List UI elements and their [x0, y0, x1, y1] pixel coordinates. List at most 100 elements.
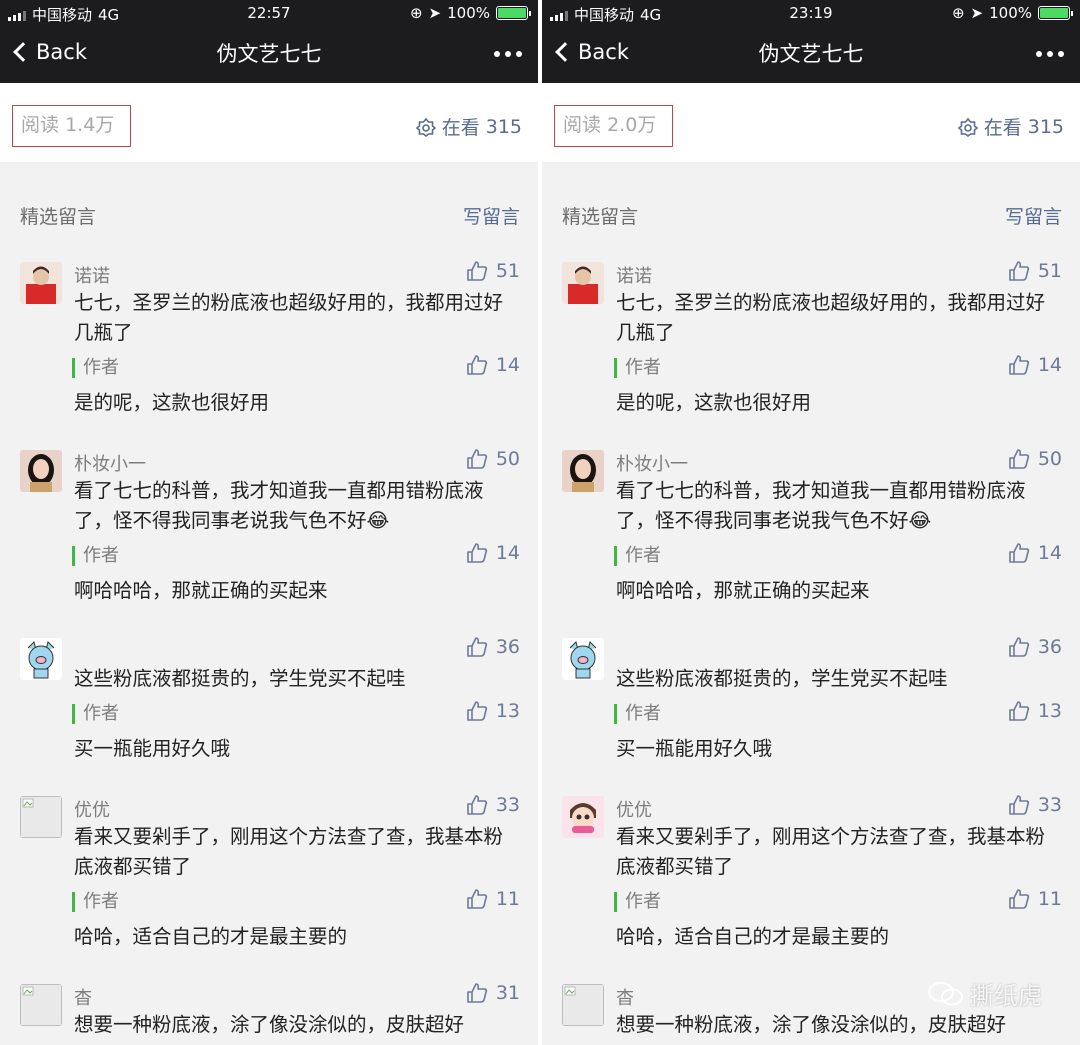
avatar[interactable] [562, 984, 604, 1026]
write-comment-button[interactable]: 写留言 [463, 202, 520, 229]
section-title: 精选留言 [562, 206, 639, 228]
avatar[interactable] [562, 796, 604, 838]
like-button[interactable]: 51 [1008, 260, 1062, 282]
thumbs-up-icon [467, 543, 487, 563]
avatar[interactable] [562, 450, 604, 492]
thumbs-up-icon [1009, 261, 1029, 281]
reply-like-button[interactable]: 13 [466, 700, 520, 722]
like-button[interactable]: 51 [466, 260, 520, 282]
location-icon: ➤ [970, 4, 984, 22]
thumbs-up-icon [467, 983, 487, 1003]
like-count: 36 [495, 636, 520, 658]
reply-like-count: 14 [1037, 542, 1062, 564]
comment-text: 看了七七的科普，我才知道我一直都用错粉底液了，怪不得我同事老说我气色不好😂 [616, 476, 1052, 536]
avatar[interactable] [20, 638, 62, 680]
more-menu-button[interactable] [1036, 51, 1064, 57]
comment-section-header: 精选留言 写留言 [562, 202, 1062, 229]
screenshot-pane-after: 中国移动 4G 23:19 ⊕ ➤ 100% Back 伪文艺七七 阅读 2.0… [542, 0, 1080, 1045]
laughing-emoji-icon: 😂 [366, 509, 390, 532]
status-icons: ⊕ ➤ 100% [410, 4, 531, 22]
reply-like-count: 13 [1037, 700, 1062, 722]
comment-nickname: 诺诺 [616, 266, 652, 287]
thumbs-up-icon [467, 449, 487, 469]
looking-label: 在看 [983, 117, 1022, 139]
laughing-emoji-icon: 😂 [908, 509, 932, 532]
reply-like-button[interactable]: 11 [466, 888, 520, 910]
read-value: 1.4万 [65, 114, 115, 136]
dot-icon [1036, 51, 1042, 57]
like-button[interactable]: 31 [466, 982, 520, 1004]
like-count: 36 [1037, 636, 1062, 658]
like-button[interactable]: 36 [466, 636, 520, 658]
thumbs-up-icon [467, 355, 487, 375]
avatar[interactable] [20, 262, 62, 304]
dot-icon [505, 51, 511, 57]
author-label: 作者 [72, 546, 119, 566]
author-label: 作者 [72, 892, 119, 912]
lock-rotation-icon: ⊕ [951, 4, 965, 22]
comment-text-content: 看了七七的科普，我才知道我一直都用错粉底液了，怪不得我同事老说我气色不好 [616, 479, 1026, 532]
location-icon: ➤ [428, 4, 442, 22]
more-menu-button[interactable] [494, 51, 522, 57]
comment-nickname: 优优 [616, 800, 652, 821]
author-reply-text: 哈哈，适合自己的才是最主要的 [74, 925, 348, 948]
like-count: 33 [1037, 794, 1062, 816]
reply-like-button[interactable]: 14 [466, 542, 520, 564]
comment-nickname: 朴妆小一 [616, 454, 688, 475]
comment-text: 想要一种粉底液，涂了像没涂似的，皮肤超好 [74, 1013, 465, 1036]
write-comment-button[interactable]: 写留言 [1005, 202, 1062, 229]
author-label: 作者 [614, 358, 661, 378]
reply-like-button[interactable]: 14 [466, 354, 520, 376]
like-count: 50 [1037, 448, 1062, 470]
thumbs-up-icon [467, 889, 487, 909]
reply-like-button[interactable]: 14 [1008, 542, 1062, 564]
comment-text: 这些粉底液都挺贵的，学生党买不起哇 [74, 667, 406, 690]
like-button[interactable]: 33 [1008, 794, 1062, 816]
like-count: 50 [495, 448, 520, 470]
comment-text: 想要一种粉底液，涂了像没涂似的，皮肤超好 [616, 1013, 1007, 1036]
thumbs-up-icon [467, 261, 487, 281]
reply-like-button[interactable]: 13 [1008, 700, 1062, 722]
like-button[interactable]: 36 [1008, 636, 1062, 658]
like-count: 51 [495, 260, 520, 282]
thumbs-up-icon [467, 795, 487, 815]
thumbs-up-icon [1009, 701, 1029, 721]
battery-icon [1038, 6, 1073, 20]
reply-like-button[interactable]: 11 [1008, 888, 1062, 910]
looking-icon [415, 117, 436, 137]
read-count: 阅读 2.0万 [554, 105, 673, 147]
thumbs-up-icon [467, 637, 487, 657]
page-title: 伪文艺七七 [758, 42, 864, 66]
status-bar: 中国移动 4G 23:19 ⊕ ➤ 100% [542, 0, 1080, 26]
article-stats: 阅读 2.0万 在看 315 [542, 83, 1080, 162]
dot-icon [1047, 51, 1053, 57]
comment-text: 七七，圣罗兰的粉底液也超级好用的，我都用过好几瓶了 [616, 291, 1046, 344]
looking-label: 在看 [441, 117, 480, 139]
dot-icon [516, 51, 522, 57]
like-button[interactable]: 50 [466, 448, 520, 470]
author-label: 作者 [614, 546, 661, 566]
comment-section-header: 精选留言 写留言 [20, 202, 520, 229]
wechat-icon [928, 981, 963, 1005]
thumbs-up-icon [1009, 449, 1029, 469]
battery-percent: 100% [989, 4, 1032, 22]
author-reply-text: 是的呢，这款也很好用 [74, 391, 270, 414]
avatar[interactable] [20, 450, 62, 492]
like-button[interactable]: 50 [1008, 448, 1062, 470]
looking-button[interactable]: 在看 315 [415, 113, 522, 140]
author-reply-text: 买一瓶能用好久哦 [616, 737, 773, 760]
like-count: 33 [495, 794, 520, 816]
like-button[interactable]: 33 [466, 794, 520, 816]
avatar[interactable] [562, 262, 604, 304]
looking-count: 315 [485, 115, 522, 138]
reply-like-count: 14 [495, 542, 520, 564]
avatar[interactable] [562, 638, 604, 680]
avatar[interactable] [20, 796, 62, 838]
comment-text: 看来又要剁手了，刚用这个方法查了查，我基本粉底液都买错了 [616, 825, 1046, 878]
avatar[interactable] [20, 984, 62, 1026]
read-label: 阅读 [563, 114, 602, 136]
dot-icon [494, 51, 500, 57]
looking-button[interactable]: 在看 315 [957, 113, 1064, 140]
reply-like-button[interactable]: 14 [1008, 354, 1062, 376]
comment-nickname: 杳 [616, 988, 634, 1009]
